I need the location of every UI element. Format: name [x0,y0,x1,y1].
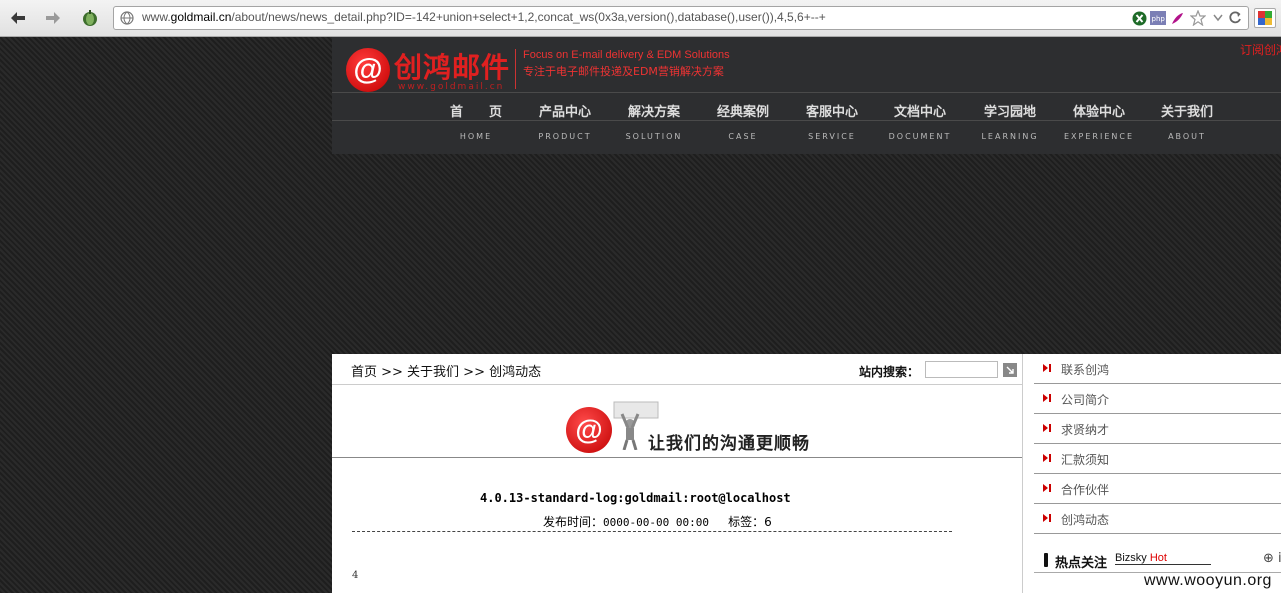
subscribe-link[interactable]: 订阅创鸿 [1240,41,1281,58]
nav-label-cn: 学习园地 [983,105,1036,120]
nav-learning[interactable]: 学习园地 LEARNING [965,93,1055,155]
nav-label-cn: 关于我们 [1160,105,1213,120]
search-submit-button[interactable] [1003,363,1017,377]
nav-service[interactable]: 客服中心 SERVICE [787,93,877,155]
logo-url: www.goldmail.cn [398,82,505,92]
nav-label-cn: 经典案例 [716,105,769,120]
onion-extension-icon[interactable] [80,8,100,28]
nav-product[interactable]: 产品中心 PRODUCT [520,93,610,155]
sidebar-item-contact[interactable]: 联系创鸿 [1034,354,1281,384]
nav-label-en: LEARNING [981,132,1039,141]
play-arrow-icon [1043,484,1051,492]
at-sign-logo-icon: @ [566,407,612,453]
play-arrow-icon [1043,424,1051,432]
divider [332,457,1022,458]
nav-about[interactable]: 关于我们 ABOUT [1142,93,1232,155]
nav-experience[interactable]: 体验中心 EXPERIENCE [1054,93,1144,155]
meta-date: 0000-00-00 00:00 [603,516,709,529]
sidebar-item-label: 联系创鸿 [1061,363,1110,377]
site-logo[interactable]: @ 创鸿邮件 www.goldmail.cn [346,46,526,92]
nav-label-cn: 客服中心 [805,105,858,120]
hot-topics-header: 热点关注 Bizsky Hot ⊕ i [1034,549,1281,573]
article-divider [352,531,952,532]
nav-label-cn: 产品中心 [538,105,591,120]
nav-label-en: CASE [728,132,758,141]
address-bar[interactable]: www.goldmail.cn/about/news/news_detail.p… [113,6,1249,30]
hot-topics-subtitle: Bizsky Hot [1115,552,1211,565]
forward-arrow-icon[interactable] [43,8,63,28]
nav-document[interactable]: 文档中心 DOCUMENT [875,93,965,155]
nav-label-en: PRODUCT [538,132,592,141]
nav-label-en: ABOUT [1168,132,1206,141]
hot-topics-title: 热点关注 [1055,556,1108,571]
browser-toolbar: www.goldmail.cn/about/news/news_detail.p… [0,0,1281,37]
sidebar-item-label: 创鸿动态 [1061,513,1110,527]
site-search-input[interactable] [925,361,998,378]
logo-text: 创鸿邮件 [394,51,511,84]
tagline-chinese: 专注于电子邮件投递及EDM营销解决方案 [523,65,724,78]
site-header: @ 创鸿邮件 www.goldmail.cn Focus on E-mail d… [332,37,1281,154]
sidebar-item-partners[interactable]: 合作伙伴 [1034,474,1281,504]
play-arrow-icon [1043,454,1051,462]
nav-solution[interactable]: 解决方案 SOLUTION [609,93,699,155]
article-meta: 发布时间：0000-00-00 00:00 标签：6 [543,513,772,530]
globe-icon [119,10,135,26]
reload-icon[interactable] [1227,10,1243,26]
sidebar-item-label: 汇款须知 [1061,453,1110,467]
nav-label-cn: 文档中心 [893,105,946,120]
meta-date-label: 发布时间： [543,515,604,529]
main-nav: 首 页 HOME 产品中心 PRODUCT 解决方案 SOLUTION 经典案例… [332,92,1281,154]
url-text[interactable]: www.goldmail.cn/about/news/news_detail.p… [142,10,826,24]
nav-label-en: DOCUMENT [888,132,952,141]
nav-label-en: SOLUTION [625,132,683,141]
breadcrumb[interactable]: 首页 >> 关于我们 >> 创鸿动态 [351,361,541,380]
sidebar-item-payment[interactable]: 汇款须知 [1034,444,1281,474]
nav-label-en: SERVICE [808,132,856,141]
sidebar-item-label: 公司简介 [1061,393,1110,407]
dropdown-arrow-icon[interactable] [1210,10,1226,26]
search-label: 站内搜索： [859,365,920,379]
nav-label-en: EXPERIENCE [1063,132,1134,141]
nav-label-cn: 体验中心 [1072,105,1125,120]
sidebar: 联系创鸿 公司简介 求贤纳才 汇款须知 合作伙伴 创鸿动态 热点关注 Bizsk… [1022,354,1281,593]
tagline-english: Focus on E-mail delivery & EDM Solutions [523,49,730,61]
play-arrow-icon [1043,364,1051,372]
back-arrow-icon[interactable] [8,8,28,28]
main-content: 首页 >> 关于我们 >> 创鸿动态 站内搜索： @ 让我们的沟通更顺畅 4.0… [332,354,1022,593]
feather-extension-icon[interactable] [1169,10,1185,26]
excel-extension-icon[interactable] [1131,10,1147,26]
svg-text:php: php [1152,15,1166,23]
php-extension-icon[interactable]: php [1150,10,1166,26]
logo-divider [515,49,516,89]
sidebar-item-company[interactable]: 公司简介 [1034,384,1281,414]
watermark: www.wooyun.org [1144,572,1272,589]
more-link[interactable]: ⊕ i [1263,551,1281,566]
meta-tag-label: 标签： [728,515,765,529]
sidebar-item-label: 求贤纳才 [1061,423,1110,437]
nav-home[interactable]: 首 页 HOME [431,93,521,155]
content-banner: @ 让我们的沟通更顺畅 [332,385,1022,457]
play-arrow-icon [1043,514,1051,522]
article-body: 4 [352,570,359,581]
section-marker [1044,553,1048,567]
banner-slogan: 让我们的沟通更顺畅 [648,434,810,454]
nav-label-cn: 首 页 [449,105,502,120]
nav-label-en: HOME [459,132,493,141]
play-arrow-icon [1043,394,1051,402]
bookmark-star-icon[interactable] [1190,10,1206,26]
google-extension-icon[interactable] [1254,8,1276,28]
sidebar-item-careers[interactable]: 求贤纳才 [1034,414,1281,444]
meta-tag: 6 [764,515,772,529]
sidebar-item-news[interactable]: 创鸿动态 [1034,504,1281,534]
article-title: 4.0.13-standard-log:goldmail:root@localh… [480,491,791,505]
nav-label-cn: 解决方案 [627,105,680,120]
at-sign-logo-icon: @ [346,48,390,92]
sidebar-item-label: 合作伙伴 [1061,483,1110,497]
nav-case[interactable]: 经典案例 CASE [698,93,788,155]
